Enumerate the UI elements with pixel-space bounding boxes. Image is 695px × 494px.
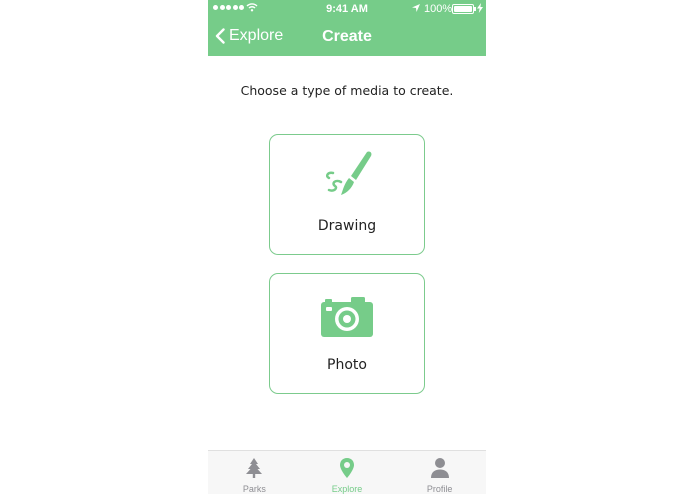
status-bar: 9:41 AM 100% <box>208 0 486 18</box>
tab-bar: Parks Explore Profile <box>208 450 486 494</box>
location-arrow-icon <box>412 4 420 12</box>
header: 9:41 AM 100% Explore Create <box>208 0 486 56</box>
drawing-option-label: Drawing <box>317 218 377 234</box>
page-title: Create <box>322 28 372 45</box>
tab-parks-label: Parks <box>242 484 266 494</box>
battery-fill <box>454 6 472 12</box>
tab-explore-label: Explore <box>331 484 363 494</box>
tree-icon <box>246 458 263 478</box>
camera-icon <box>321 297 373 337</box>
tab-profile[interactable]: Profile <box>393 451 486 494</box>
map-pin-icon <box>340 458 354 478</box>
photo-option-card[interactable]: Photo <box>269 273 425 394</box>
battery-percent: 100% <box>424 3 453 15</box>
phone-screen: 9:41 AM 100% Explore Create Choose a typ… <box>208 0 486 494</box>
tab-explore[interactable]: Explore <box>301 451 394 494</box>
tab-profile-label: Profile <box>426 484 453 494</box>
create-prompt: Choose a type of media to create. <box>240 83 454 98</box>
battery-tip <box>474 7 476 11</box>
charging-bolt-icon <box>477 3 483 13</box>
drawing-option-card[interactable]: Drawing <box>269 134 425 255</box>
paintbrush-icon <box>325 151 372 195</box>
person-icon <box>430 458 449 478</box>
photo-option-label: Photo <box>327 357 367 373</box>
battery-icon <box>452 4 474 14</box>
tab-parks[interactable]: Parks <box>208 451 301 494</box>
